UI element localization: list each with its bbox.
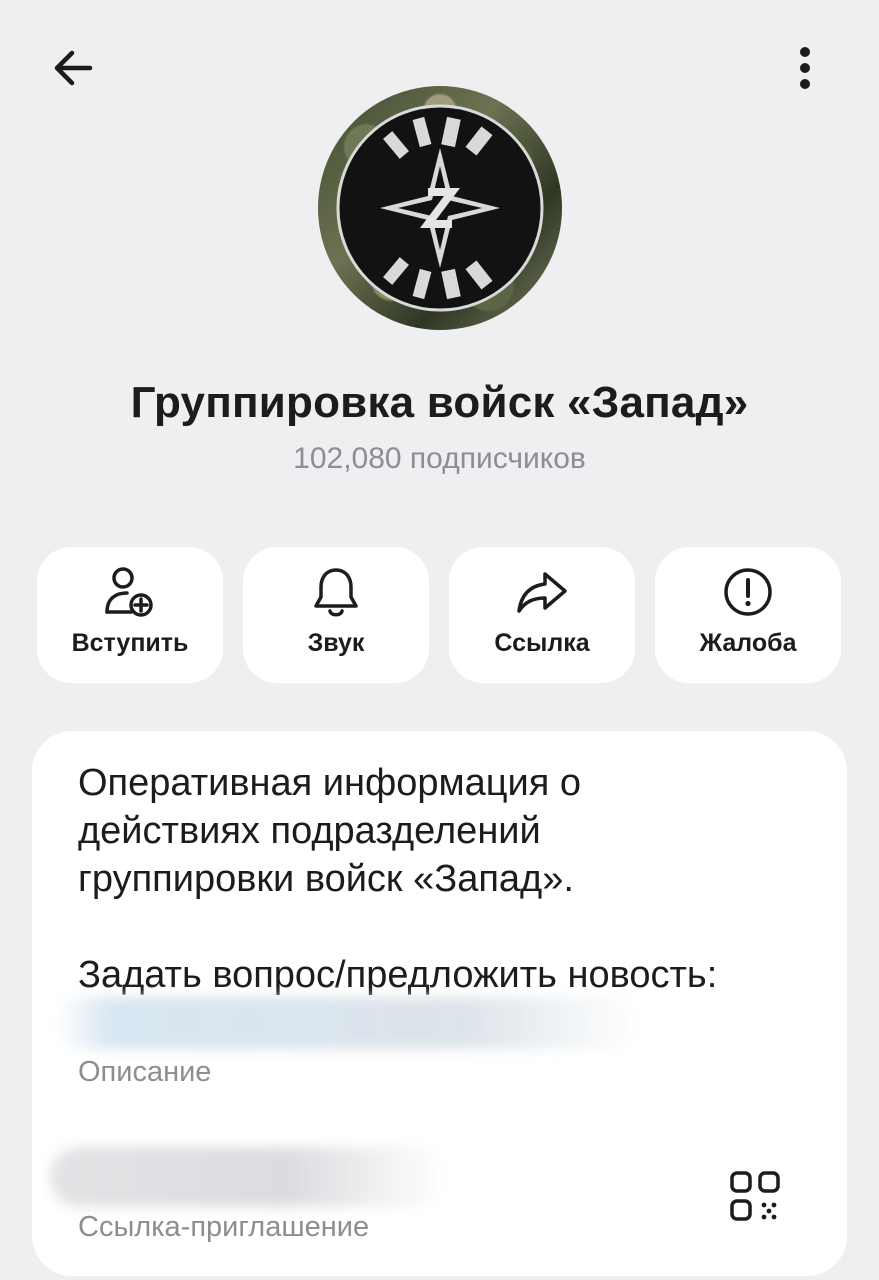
description-line: Задать вопрос/предложить новость: [78, 954, 718, 996]
join-button[interactable]: Вступить [37, 547, 223, 683]
more-vertical-icon [800, 47, 810, 89]
channel-avatar[interactable] [318, 86, 562, 330]
user-plus-icon [105, 567, 153, 617]
subscriber-count: 102,080 подписчиков [293, 442, 586, 475]
more-options-button[interactable] [772, 38, 838, 98]
report-label: Жалоба [699, 629, 797, 657]
alert-circle-icon [724, 568, 772, 616]
description-line: Оперативная информация о [78, 762, 582, 804]
zapad-emblem-logo [336, 104, 544, 312]
description-label: Описание [78, 1056, 212, 1088]
join-label: Вступить [71, 629, 189, 657]
bell-icon [314, 568, 358, 617]
description-line: действиях подразделений [78, 810, 541, 852]
arrow-left-icon [54, 50, 93, 86]
sound-label: Звук [307, 629, 365, 657]
share-arrow-icon [517, 572, 567, 613]
redacted-invite-link[interactable] [50, 1147, 445, 1207]
description-line: группировки войск «Запад». [78, 858, 574, 900]
channel-title: Группировка войск «Запад» [130, 378, 749, 427]
invite-link-label: Ссылка-приглашение [78, 1211, 370, 1243]
qr-code-icon [730, 1171, 780, 1221]
channel-description: Оперативная информация о действиях подра… [78, 759, 818, 999]
channel-info-card: Оперативная информация о действиях подра… [32, 731, 847, 1276]
sound-button[interactable]: Звук [243, 547, 429, 683]
qr-code-button[interactable] [728, 1169, 784, 1225]
link-label: Ссылка [494, 629, 590, 657]
description-line [78, 903, 818, 951]
back-button[interactable] [38, 38, 108, 98]
report-button[interactable]: Жалоба [655, 547, 841, 683]
redacted-contact-link[interactable] [54, 997, 640, 1049]
link-button[interactable]: Ссылка [449, 547, 635, 683]
